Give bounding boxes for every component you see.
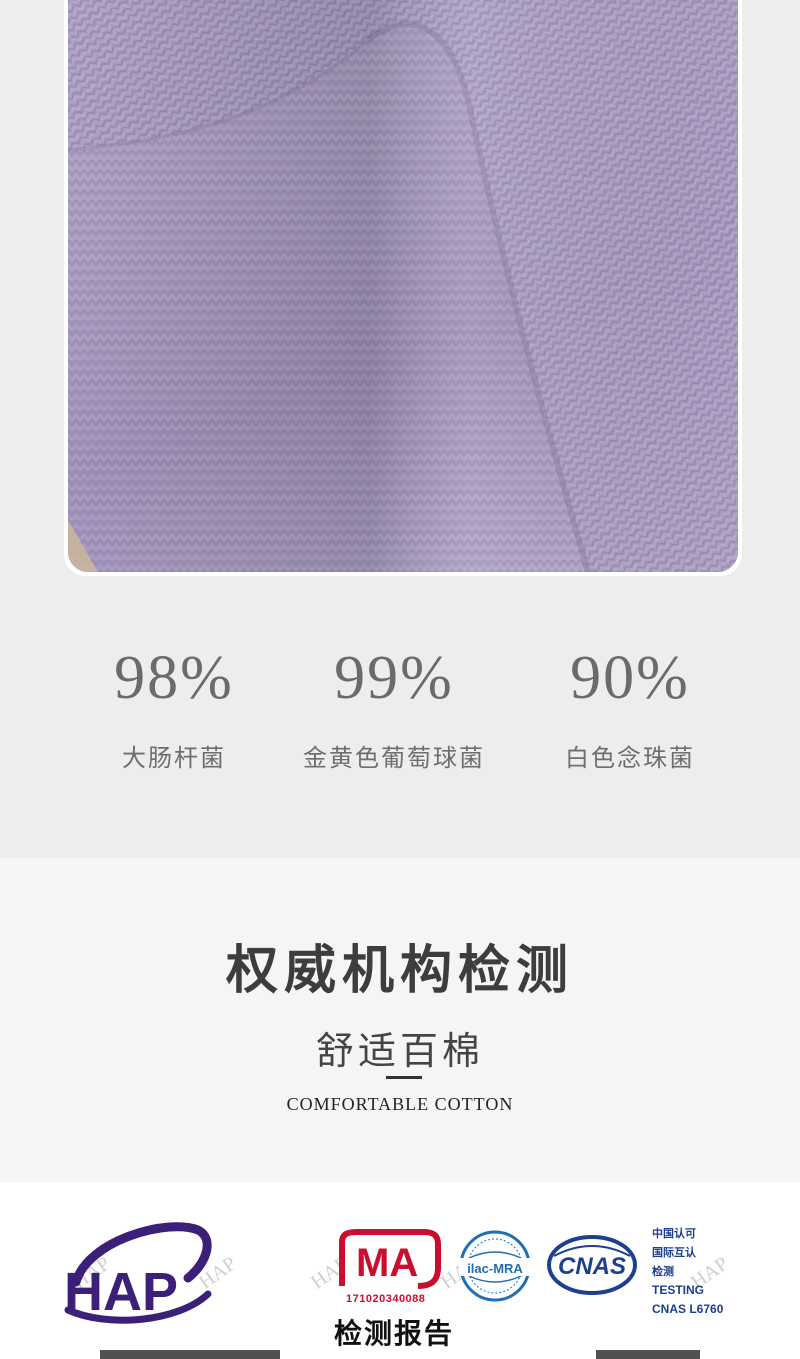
- section-subtitle: 舒适百棉: [315, 1029, 484, 1073]
- fabric-photo-frame: [64, 0, 742, 576]
- stat-value: 90%: [570, 644, 690, 712]
- report-title: 检测报告: [334, 1317, 455, 1350]
- stat-candida: 90% 白色念珠菌: [520, 640, 740, 773]
- cnas-line: CNAS L6760: [652, 1302, 724, 1316]
- stat-label: 白色念珠菌: [565, 744, 695, 772]
- stat-value: 98%: [114, 644, 234, 712]
- report-number-line: [100, 1350, 280, 1359]
- ilac-mra-logo-icon: ilac-MRA: [459, 1230, 531, 1302]
- cma-logo-text: MA: [356, 1241, 418, 1285]
- stat-label: 大肠杆菌: [122, 744, 226, 772]
- stat-staphylococcus: 99% 金黄色葡萄球菌: [284, 640, 504, 773]
- cma-logo-icon: MA: [339, 1229, 441, 1289]
- stat-label: 金黄色葡萄球菌: [303, 744, 485, 772]
- cnas-accreditation-text: 中国认可 国际互认 检测 TESTING CNAS L6760: [652, 1224, 762, 1319]
- page-number-line: [596, 1350, 700, 1359]
- fabric-section: 98% 大肠杆菌 99% 金黄色葡萄球菌 90% 白色念珠菌: [0, 0, 800, 858]
- heading-section: 权威机构检测 舒适百棉 COMFORTABLE COTTON: [0, 858, 800, 1182]
- cnas-line: 检测: [652, 1265, 674, 1278]
- cnas-line: 中国认可: [652, 1227, 696, 1240]
- cnas-logo-icon: CNAS: [547, 1235, 637, 1295]
- stat-e-coli: 98% 大肠杆菌: [64, 640, 284, 773]
- stat-value: 99%: [334, 644, 454, 712]
- divider: [386, 1076, 422, 1079]
- cnas-logo-text: CNAS: [558, 1253, 626, 1280]
- section-title: 权威机构检测: [225, 941, 574, 1001]
- hap-logo-text: HAP: [64, 1262, 178, 1322]
- fabric-closeup-image: [68, 0, 738, 572]
- cnas-line: 国际互认: [652, 1246, 696, 1259]
- cma-certificate-number: 171020340088: [346, 1293, 426, 1305]
- hap-logo-icon: HAP: [64, 1222, 212, 1324]
- test-report-section: HAP HAP HAP HAP HAP HAP HAP MA 171020340…: [0, 1182, 800, 1359]
- section-english-subtitle: COMFORTABLE COTTON: [286, 1094, 514, 1114]
- cnas-line: TESTING: [652, 1283, 705, 1297]
- ilac-logo-text: ilac-MRA: [467, 1261, 523, 1276]
